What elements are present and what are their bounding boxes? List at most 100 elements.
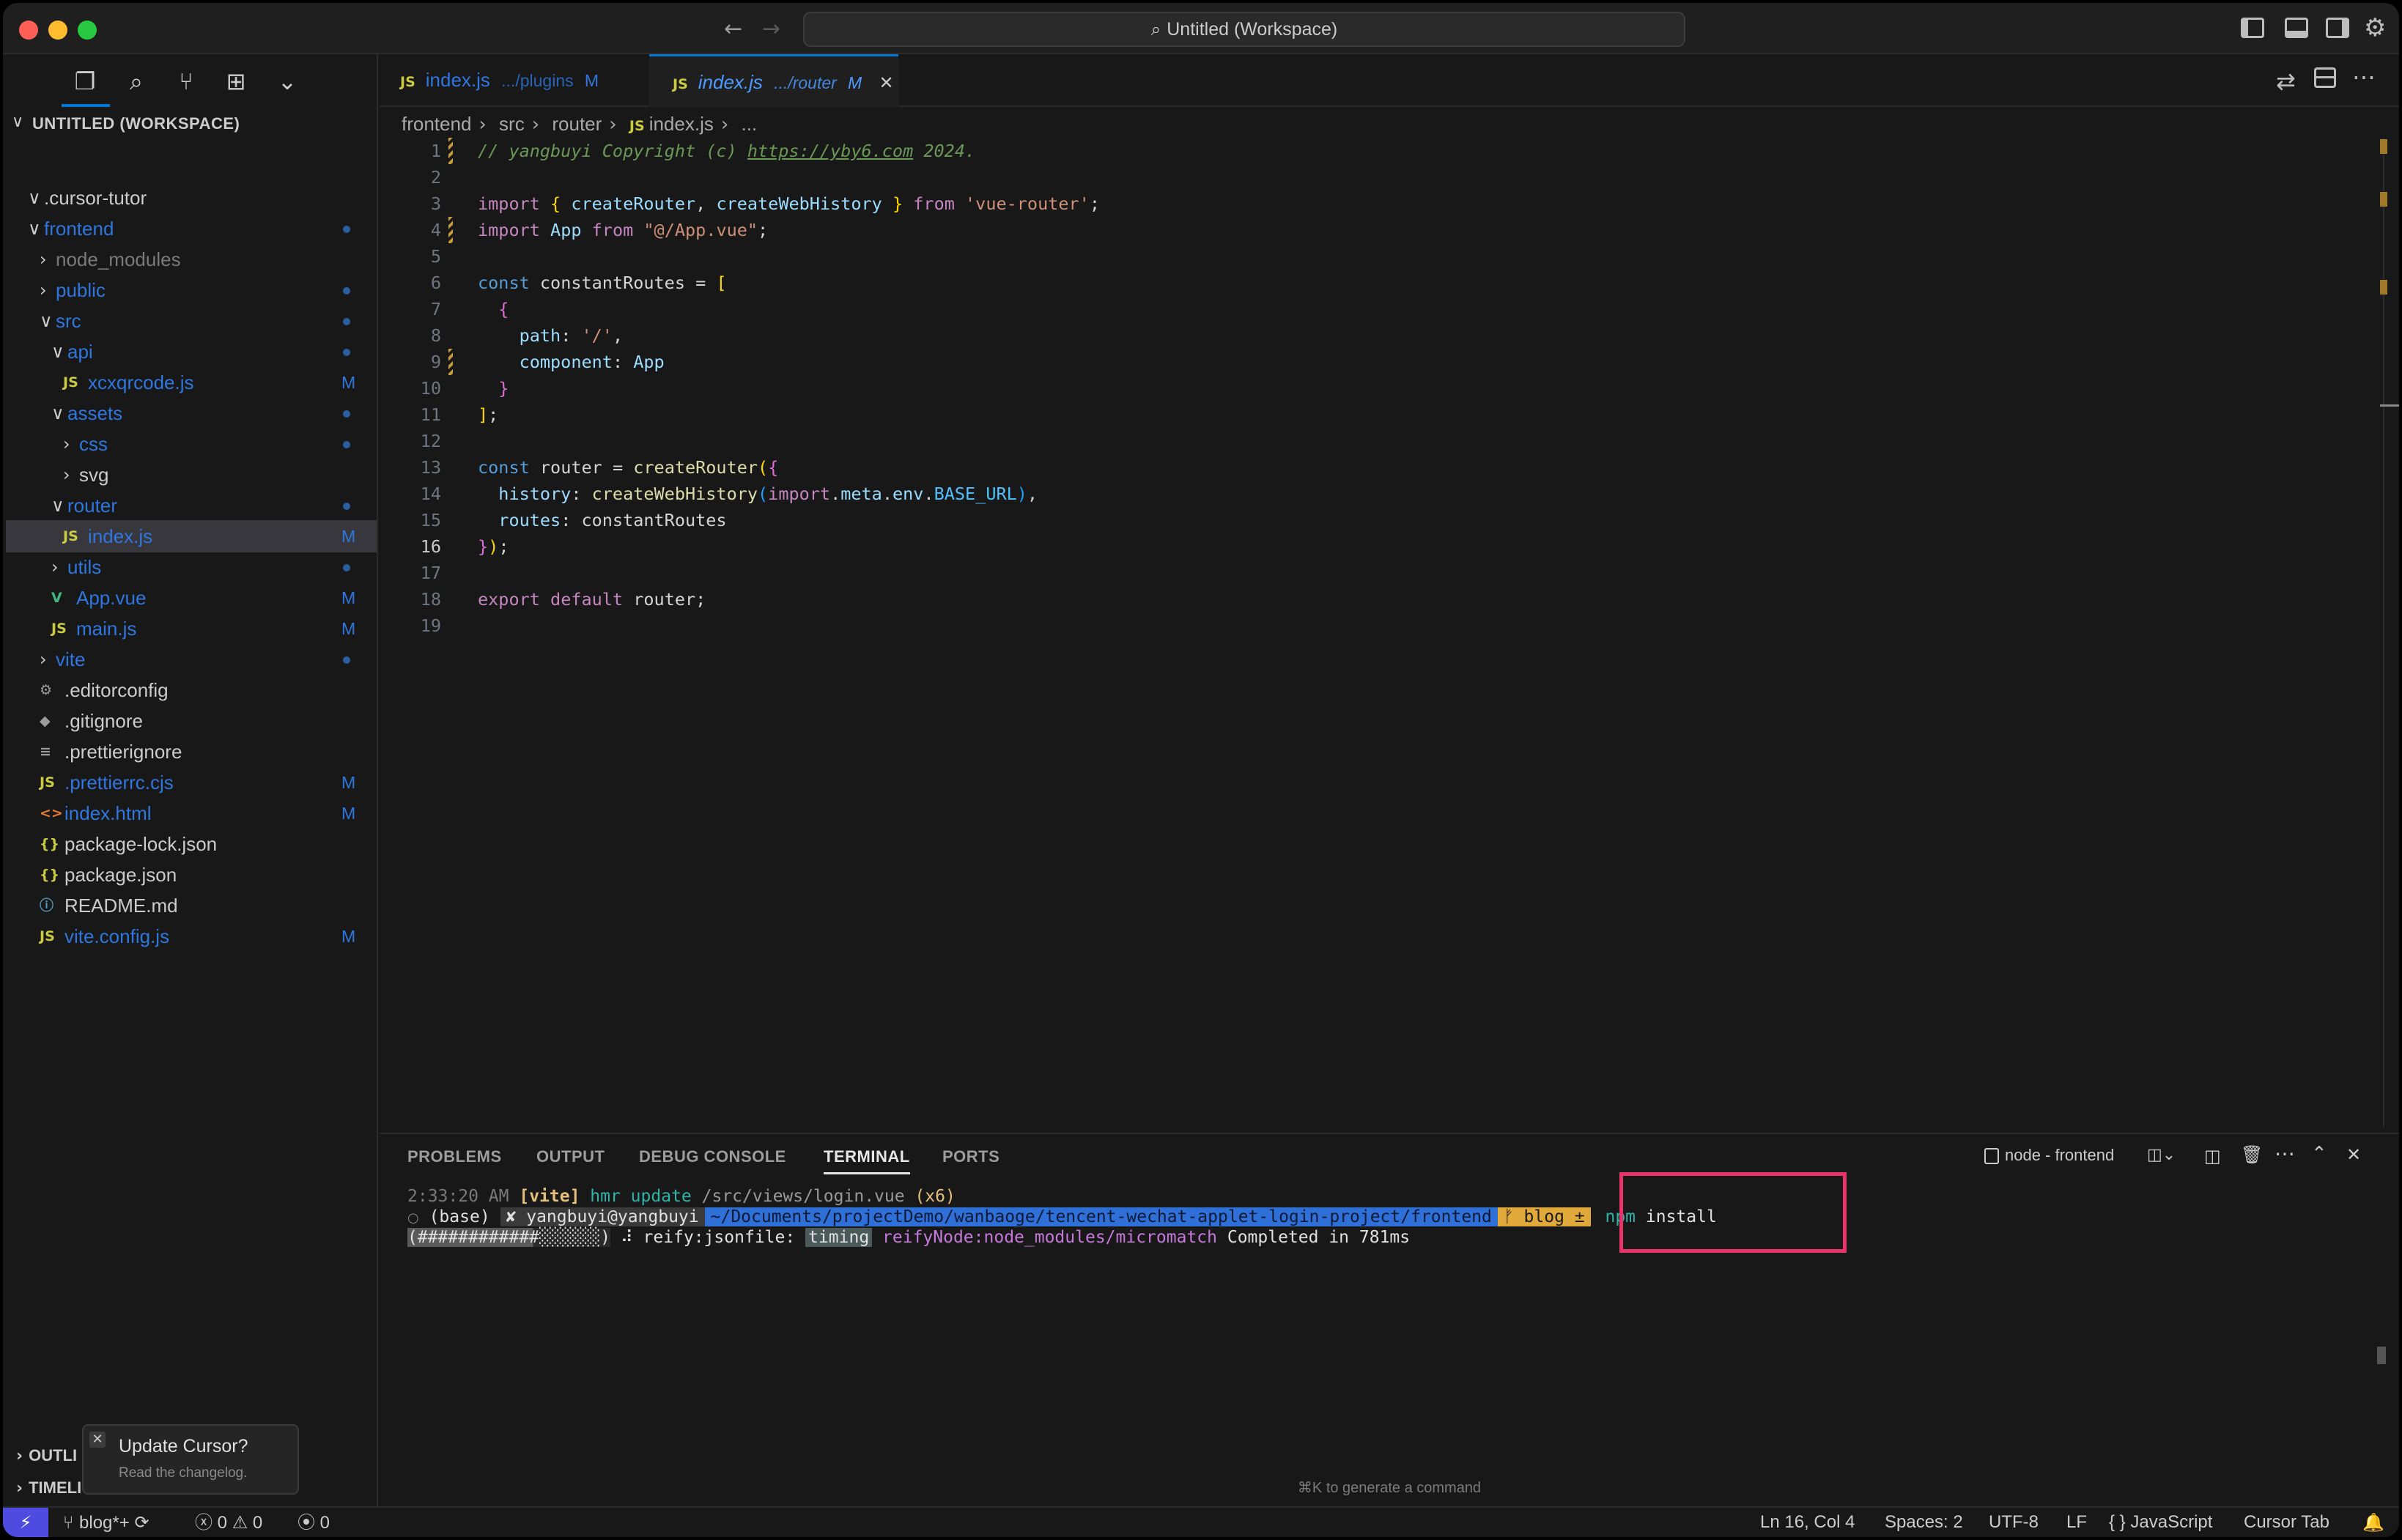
close-panel-icon[interactable]: ✕ [2346, 1144, 2361, 1165]
close-tab-icon[interactable]: ✕ [879, 73, 893, 93]
source-control-icon[interactable]: ⑂ [171, 67, 201, 97]
toggle-primary-sidebar-icon[interactable] [2241, 18, 2264, 38]
gear-icon[interactable]: ⚙ [2364, 13, 2386, 42]
chevron-right-icon[interactable]: › [63, 428, 70, 460]
tree-item[interactable]: ◆ .gitignore [6, 705, 377, 737]
maximize-window-button[interactable] [78, 21, 97, 40]
tab-router-index[interactable]: JS index.js .../router M ✕ [649, 54, 898, 107]
tree-item[interactable]: JS index.js M [6, 520, 377, 552]
chevron-down-icon[interactable]: ∨ [40, 305, 53, 337]
split-editor-icon[interactable] [2314, 67, 2336, 88]
close-window-button[interactable] [19, 21, 38, 40]
tree-item[interactable]: <> index.html M [6, 797, 377, 829]
branch-status[interactable]: ⑂ blog*+ ⟳ [63, 1508, 149, 1537]
language-status[interactable]: { } JavaScript [2109, 1508, 2212, 1537]
line-number: 5 [430, 246, 441, 267]
extensions-icon[interactable]: ⊞ [221, 67, 251, 97]
breadcrumb-symbol[interactable]: ... [741, 113, 757, 135]
chevron-right-icon[interactable]: › [40, 274, 47, 306]
breadcrumb-frontend[interactable]: frontend [402, 113, 471, 135]
tree-item[interactable]: ∨ src [6, 305, 377, 337]
sync-icon[interactable]: ⟳ [134, 1512, 149, 1533]
terminal-scrollbar[interactable] [2377, 1347, 2386, 1364]
update-notification[interactable]: ✕ Update Cursor? Read the changelog. [82, 1424, 299, 1495]
eol-status[interactable]: LF [2066, 1508, 2087, 1537]
remote-icon[interactable]: ⚡ [3, 1508, 48, 1537]
compare-changes-icon[interactable]: ⇄ [2276, 67, 2296, 95]
tree-item[interactable]: › css [6, 428, 377, 460]
tree-item[interactable]: › svg [6, 459, 377, 491]
chevron-down-icon[interactable]: ∨ [51, 397, 64, 429]
tree-item[interactable]: › vite [6, 643, 377, 675]
ruler-change-mark [2380, 280, 2387, 295]
bell-icon[interactable]: 🔔 [2362, 1508, 2384, 1537]
chevron-right-icon[interactable]: › [51, 551, 59, 583]
tree-item[interactable]: JS vite.config.js M [6, 920, 377, 952]
panel-tab-output[interactable]: OUTPUT [536, 1147, 605, 1166]
tree-item[interactable]: ∨ router [6, 489, 377, 522]
tree-item[interactable]: › utils [6, 551, 377, 583]
chevron-down-icon[interactable]: ⌄ [273, 67, 302, 97]
outline-section[interactable]: › OUTLI [16, 1446, 77, 1465]
panel-tab-terminal[interactable]: TERMINAL [824, 1147, 910, 1174]
layout-icon[interactable]: ◫ [2204, 1146, 2221, 1166]
breadcrumb-router[interactable]: router [552, 113, 602, 135]
more-actions-icon[interactable]: ⋯ [2352, 63, 2376, 91]
toggle-panel-icon[interactable] [2285, 18, 2308, 38]
tree-item[interactable]: V App.vue M [6, 582, 377, 614]
terminal-selector[interactable]: node - frontend [1984, 1146, 2114, 1165]
chevron-down-icon[interactable]: ∨ [51, 489, 64, 522]
problems-status[interactable]: ⓧ 0 ⚠ 0 [195, 1508, 262, 1537]
tree-item[interactable]: JS main.js M [6, 612, 377, 645]
search-icon[interactable]: ⌕ [122, 67, 151, 97]
trash-icon[interactable]: 🗑 [2241, 1144, 2263, 1165]
panel-tab-debug-console[interactable]: DEBUG CONSOLE [639, 1147, 786, 1166]
minimize-window-button[interactable] [48, 21, 67, 40]
code-link[interactable]: https://yby6.com [747, 141, 913, 161]
tree-item[interactable]: › public [6, 274, 377, 306]
tree-item[interactable]: › node_modules [6, 243, 377, 275]
chevron-down-icon[interactable]: ∨ [28, 182, 41, 214]
timeline-section[interactable]: › TIMELI [16, 1478, 81, 1498]
tree-item[interactable]: ∨ assets [6, 397, 377, 429]
encoding-status[interactable]: UTF-8 [1989, 1508, 2039, 1537]
panel-tab-problems[interactable]: PROBLEMS [407, 1147, 502, 1166]
tree-item[interactable]: ∨ .cursor-tutor [6, 182, 377, 214]
tree-item[interactable]: JS .prettierrc.cjs M [6, 766, 377, 799]
tree-item[interactable]: JS xcxqrcode.js M [6, 366, 377, 399]
tree-item[interactable]: ∨ api [6, 336, 377, 368]
explorer-icon[interactable]: ❐ [70, 67, 100, 97]
breadcrumb-file[interactable]: index.js [649, 113, 714, 135]
maximize-panel-icon[interactable]: ⌃ [2311, 1143, 2327, 1165]
chevron-down-icon[interactable]: ∨ [51, 336, 64, 368]
tree-item-label: README.md [64, 895, 178, 917]
chevron-down-icon[interactable]: ∨ [12, 113, 23, 131]
tree-item[interactable]: {} package.json [6, 859, 377, 891]
chevron-right-icon[interactable]: › [40, 243, 47, 275]
tree-item[interactable]: ≡ .prettierignore [6, 736, 377, 768]
ports-status[interactable]: ⦿ 0 [298, 1508, 330, 1537]
chevron-right-icon[interactable]: › [63, 459, 70, 491]
cursor-tab-status[interactable]: Cursor Tab [2244, 1508, 2329, 1537]
toast-subtitle[interactable]: Read the changelog. [119, 1465, 247, 1481]
tree-item[interactable]: ⓘ README.md [6, 889, 377, 922]
code-editor[interactable]: 1 2 3 4 5 6 7 8 9 10 11 12 13 14 15 16 17 18 19 // yangbuy… [380, 138, 2380, 1127]
tab-plugins-index[interactable]: JS index.js .../plugins M [400, 54, 649, 107]
cursor-position[interactable]: Ln 16, Col 4 [1760, 1508, 1855, 1537]
chevron-right-icon[interactable]: › [40, 643, 47, 675]
tree-item[interactable]: ⚙ .editorconfig [6, 674, 377, 706]
workspace-title[interactable]: UNTITLED (WORKSPACE) [32, 114, 240, 133]
command-center-search[interactable]: ⌕ Untitled (Workspace) [803, 12, 1685, 47]
toggle-secondary-sidebar-icon[interactable] [2326, 18, 2349, 38]
tree-item[interactable]: {} package-lock.json [6, 828, 377, 860]
breadcrumb-src[interactable]: src [499, 113, 525, 135]
split-terminal-icon[interactable]: ◫⌄ [2147, 1146, 2176, 1164]
back-arrow-icon[interactable]: ← [724, 16, 742, 42]
more-actions-icon[interactable]: ⋯ [2274, 1141, 2295, 1166]
panel-tab-ports[interactable]: PORTS [942, 1147, 999, 1166]
forward-arrow-icon[interactable]: → [762, 16, 780, 42]
chevron-down-icon[interactable]: ∨ [28, 212, 41, 245]
close-icon[interactable]: ✕ [89, 1432, 106, 1448]
tree-item[interactable]: ∨ frontend [6, 212, 377, 245]
indentation-status[interactable]: Spaces: 2 [1885, 1508, 1963, 1537]
